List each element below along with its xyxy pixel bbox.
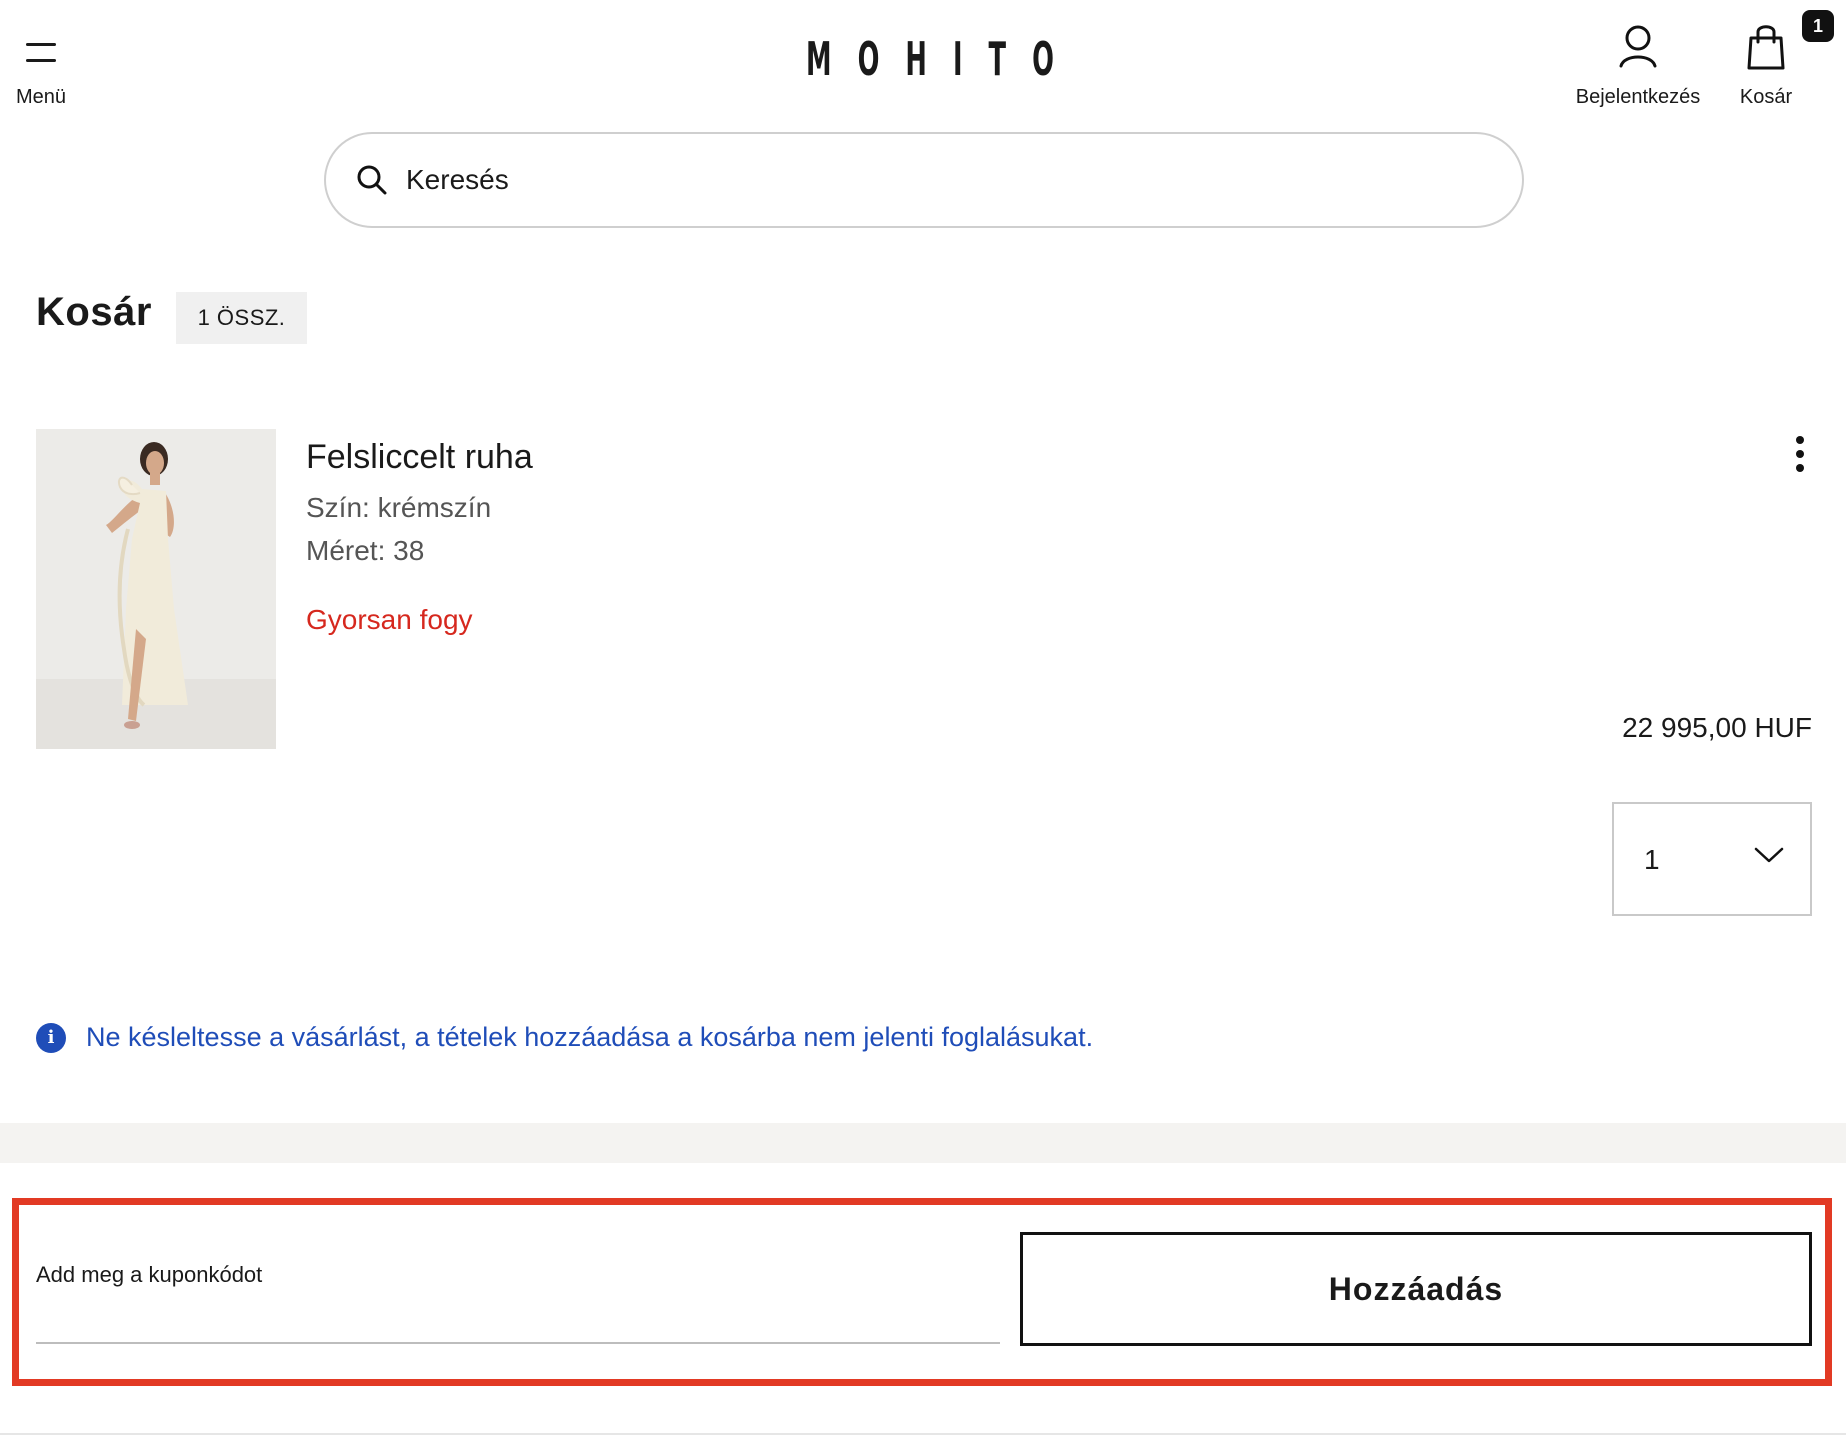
- stock-status: Gyorsan fogy: [306, 604, 473, 635]
- product-name[interactable]: Felsliccelt ruha: [306, 438, 533, 477]
- user-icon: [1619, 25, 1657, 68]
- login-button[interactable]: Bejelentkezés: [1568, 24, 1708, 114]
- item-count-badge: 1 ÖSSZ.: [176, 292, 307, 344]
- quantity-select[interactable]: 1: [1612, 802, 1812, 916]
- product-size: Méret: 38: [306, 535, 425, 566]
- logo[interactable]: MOHITO: [806, 34, 1080, 84]
- hamburger-icon: [26, 40, 56, 62]
- cart-count-badge: 1: [1802, 10, 1834, 42]
- cart-label: Kosár: [1739, 86, 1793, 108]
- info-notice: i Ne késleltesse a vásárlást, a tételek …: [36, 1022, 1093, 1053]
- cart-button[interactable]: Kosár: [1730, 22, 1802, 114]
- shopping-bag-icon: [1747, 25, 1785, 70]
- search-icon: [357, 165, 387, 195]
- product-color: Szín: krémszín: [306, 492, 492, 523]
- bottom-divider: [0, 1433, 1846, 1435]
- menu-button[interactable]: Menü: [14, 34, 76, 114]
- more-options-icon[interactable]: [1784, 430, 1816, 480]
- info-message: Ne késleltesse a vásárlást, a tételek ho…: [86, 1022, 1094, 1052]
- coupon-label: Add meg a kuponkódot: [36, 1262, 263, 1287]
- info-icon: i: [36, 1022, 66, 1053]
- dress-photo: [36, 429, 276, 749]
- add-coupon-button[interactable]: Hozzáadás: [1020, 1232, 1812, 1346]
- product-image[interactable]: [36, 429, 276, 749]
- search-input[interactable]: [406, 154, 1486, 206]
- coupon-input[interactable]: [36, 1296, 1000, 1344]
- menu-label: Menü: [16, 86, 67, 108]
- quantity-value: 1: [1644, 844, 1660, 875]
- chevron-down-icon: [1754, 847, 1784, 863]
- login-label: Bejelentkezés: [1575, 86, 1701, 108]
- section-divider: [0, 1123, 1846, 1163]
- search-bar[interactable]: [324, 132, 1524, 228]
- page-title: Kosár: [36, 290, 152, 334]
- product-price: 22 995,00 HUF: [1622, 712, 1812, 743]
